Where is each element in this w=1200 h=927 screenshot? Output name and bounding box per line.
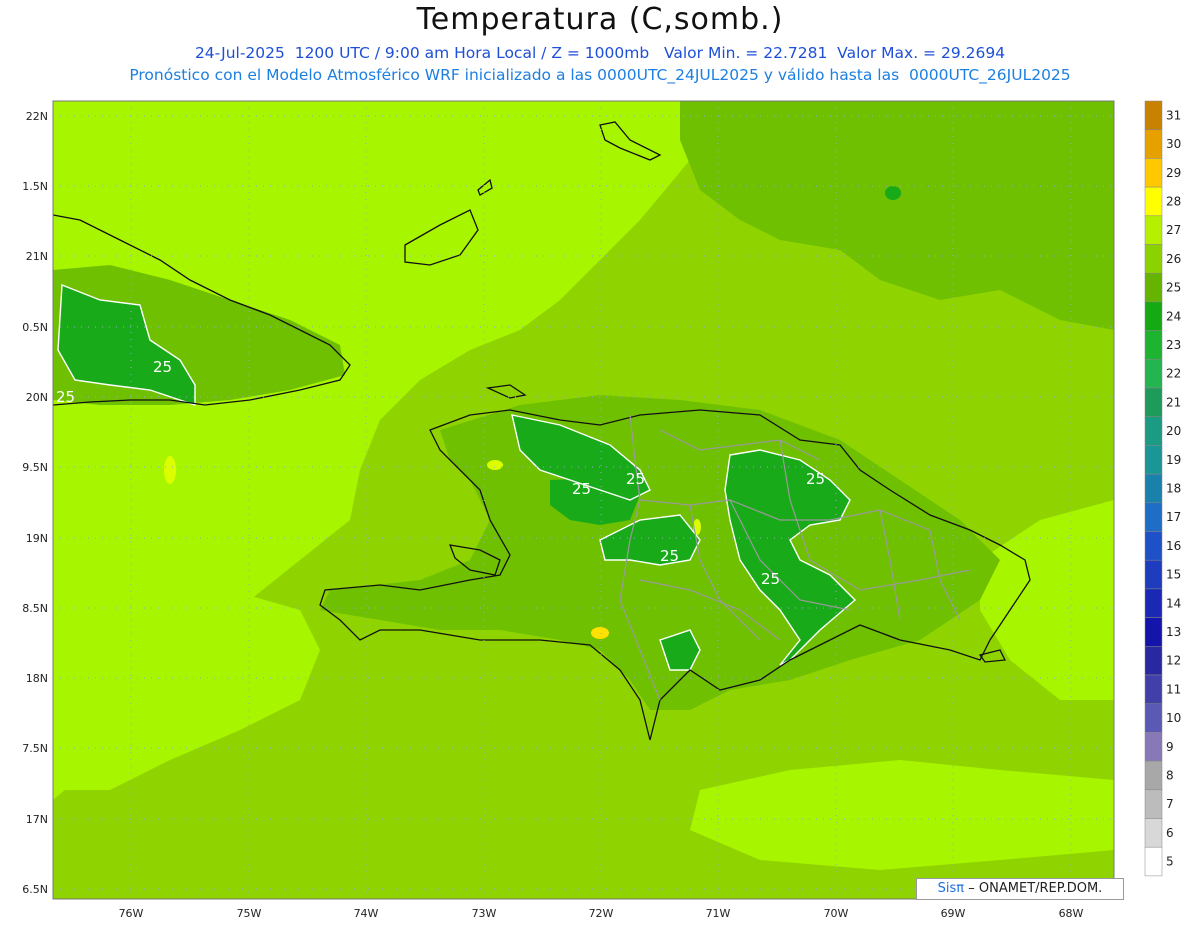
legend-swatch-10 <box>1144 703 1163 733</box>
lat-label: 8.5N <box>22 602 48 615</box>
legend-label-16: 16 <box>1166 539 1181 553</box>
legend-label-11: 11 <box>1166 682 1181 696</box>
legend-label-12: 12 <box>1166 654 1181 668</box>
legend-swatch-5 <box>1144 846 1163 877</box>
legend-swatch-17 <box>1144 502 1163 532</box>
temp-fill-24-island <box>885 186 901 200</box>
legend-swatch-6 <box>1144 818 1163 848</box>
legend-label-30: 30 <box>1166 137 1181 151</box>
map-field: 25 25 25 25 25 25 25 25 <box>53 101 1114 899</box>
legend-swatch-25 <box>1144 272 1163 303</box>
legend-swatch-26 <box>1144 244 1163 274</box>
legend-label-19: 19 <box>1166 453 1181 467</box>
longitude-axis: 76W 75W 74W 73W 72W 71W 70W 69W 68W <box>119 907 1084 920</box>
lat-label: 19N <box>26 532 48 545</box>
legend-label-13: 13 <box>1166 625 1181 639</box>
lat-label: 1.5N <box>22 180 48 193</box>
legend-swatch-24 <box>1144 301 1163 331</box>
legend-label-8: 8 <box>1166 768 1174 782</box>
legend-swatch-9 <box>1144 732 1163 762</box>
legend-label-24: 24 <box>1166 309 1181 323</box>
lat-label: 18N <box>26 672 48 685</box>
legend-label-29: 29 <box>1166 166 1181 180</box>
legend-swatch-18 <box>1144 473 1163 504</box>
legend-swatch-27 <box>1144 215 1163 245</box>
temp-fill-28-spot-b <box>487 460 503 470</box>
legend-swatch-29 <box>1144 158 1163 188</box>
legend-label-10: 10 <box>1166 711 1181 725</box>
lon-label: 68W <box>1059 907 1084 920</box>
legend-label-9: 9 <box>1166 740 1174 754</box>
legend-label-17: 17 <box>1166 510 1181 524</box>
contour-label: 25 <box>572 480 591 498</box>
legend-swatch-7 <box>1144 789 1163 819</box>
lon-label: 69W <box>941 907 966 920</box>
legend-label-21: 21 <box>1166 395 1181 409</box>
legend-label-20: 20 <box>1166 424 1181 438</box>
lat-label: 20N <box>26 391 48 404</box>
lat-label: 17N <box>26 813 48 826</box>
legend-label-14: 14 <box>1166 596 1181 610</box>
lat-label: 9.5N <box>22 461 48 474</box>
credit-box: Sisπ – ONAMET/REP.DOM. <box>916 878 1124 900</box>
lon-label: 73W <box>472 907 497 920</box>
legend-swatch-13 <box>1144 617 1163 647</box>
legend-swatch-14 <box>1144 588 1163 618</box>
contour-label: 25 <box>626 470 645 488</box>
temp-fill-28-spot-a <box>164 456 176 484</box>
contour-label: 25 <box>153 358 172 376</box>
temperature-map: 25 25 25 25 25 25 25 25 22N 1.5N 21N 0.5… <box>22 100 1181 920</box>
lat-label: 7.5N <box>22 742 48 755</box>
legend-label-6: 6 <box>1166 826 1174 840</box>
legend-swatch-11 <box>1144 674 1163 704</box>
credit-brand: Sisπ <box>937 881 965 896</box>
legend-swatch-21 <box>1144 387 1163 417</box>
lon-label: 74W <box>354 907 379 920</box>
legend-label-22: 22 <box>1166 367 1181 381</box>
temp-fill-29-spot <box>591 627 609 639</box>
lon-label: 72W <box>589 907 614 920</box>
contour-label: 25 <box>660 547 679 565</box>
legend-label-25: 25 <box>1166 281 1181 295</box>
latitude-axis: 22N 1.5N 21N 0.5N 20N 9.5N 19N 8.5N 18N … <box>22 110 48 896</box>
legend-swatch-28 <box>1144 186 1163 217</box>
legend-swatch-31 <box>1144 100 1163 130</box>
legend-swatch-8 <box>1144 760 1163 791</box>
contour-label: 25 <box>806 470 825 488</box>
legend-label-28: 28 <box>1166 194 1181 208</box>
credit-text: – ONAMET/REP.DOM. <box>968 881 1103 896</box>
legend-swatch-19 <box>1144 445 1163 475</box>
lon-label: 70W <box>824 907 849 920</box>
lat-label: 21N <box>26 250 48 263</box>
legend-swatch-20 <box>1144 416 1163 446</box>
contour-label: 25 <box>56 388 75 406</box>
legend-label-26: 26 <box>1166 252 1181 266</box>
lat-label: 22N <box>26 110 48 123</box>
lat-label: 0.5N <box>22 321 48 334</box>
legend-swatch-16 <box>1144 531 1163 561</box>
lat-label: 6.5N <box>22 883 48 896</box>
legend-swatch-15 <box>1144 559 1163 590</box>
lon-label: 76W <box>119 907 144 920</box>
legend-swatch-22 <box>1144 359 1163 389</box>
legend-label-18: 18 <box>1166 481 1181 495</box>
legend-swatch-23 <box>1144 330 1163 360</box>
color-legend: 31 30 29 28 27 26 25 24 23 22 21 20 19 18 17 16 15 14 13 12… <box>1144 100 1181 877</box>
legend-label-31: 31 <box>1166 108 1181 122</box>
contour-label: 25 <box>761 570 780 588</box>
legend-swatch-12 <box>1144 646 1163 676</box>
lon-label: 75W <box>237 907 262 920</box>
legend-label-23: 23 <box>1166 338 1181 352</box>
legend-swatch-30 <box>1144 129 1163 159</box>
lon-label: 71W <box>706 907 731 920</box>
legend-label-5: 5 <box>1166 855 1174 869</box>
legend-label-15: 15 <box>1166 568 1181 582</box>
legend-label-27: 27 <box>1166 223 1181 237</box>
legend-label-7: 7 <box>1166 797 1174 811</box>
